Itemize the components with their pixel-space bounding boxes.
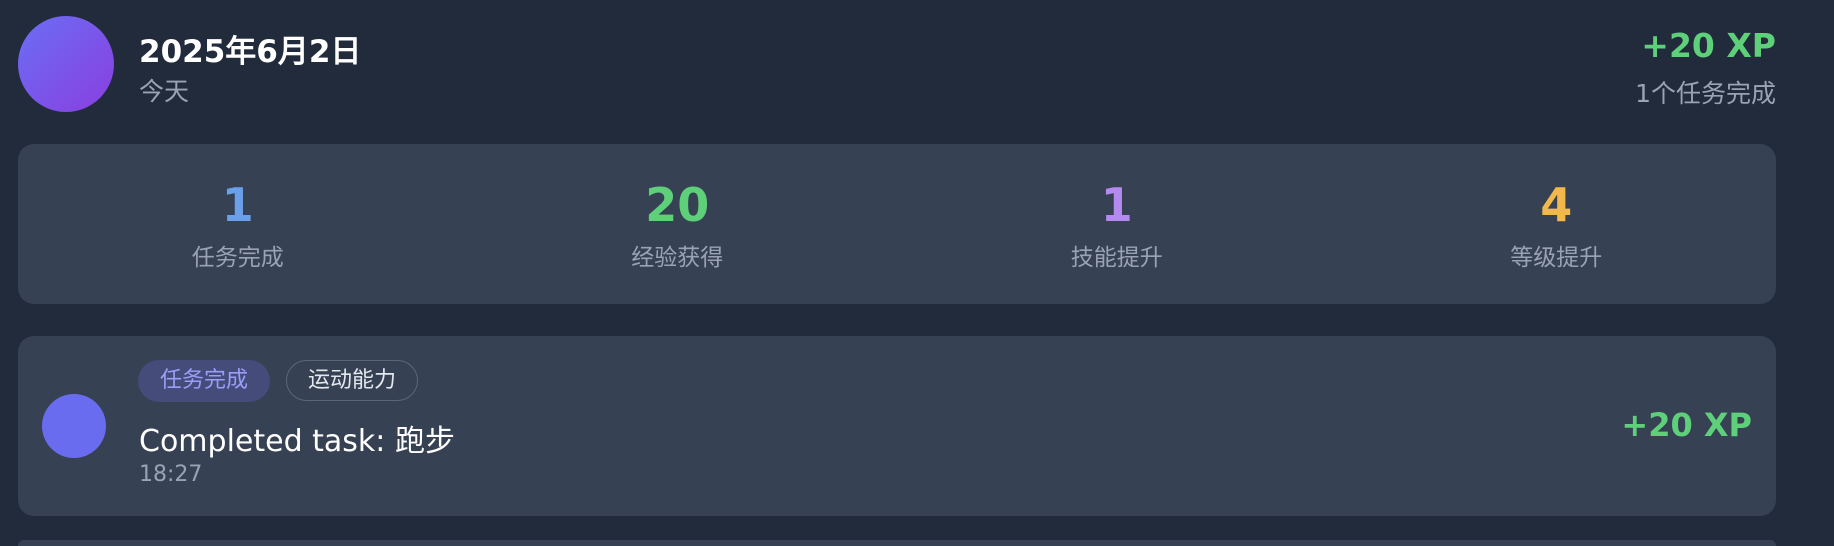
day-header: 2025年6月2日 今天 +20 XP 1个任务完成 (18, 16, 1776, 112)
day-task-summary: 1个任务完成 (1635, 79, 1776, 108)
activity-tags: 任务完成 运动能力 (138, 360, 419, 402)
day-xp-total: +20 XP (1641, 26, 1776, 65)
daily-summary-page: 2025年6月2日 今天 +20 XP 1个任务完成 1 任务完成 20 经验获… (0, 0, 1834, 546)
activity-time: 18:27 (139, 462, 203, 487)
next-activity-item[interactable] (18, 540, 1776, 546)
stat-value: 1 (221, 178, 254, 232)
activity-dot-icon (42, 394, 106, 458)
activity-xp: +20 XP (1621, 406, 1752, 444)
day-relative-label: 今天 (139, 77, 190, 106)
stat-value: 4 (1540, 178, 1573, 232)
day-date: 2025年6月2日 (139, 34, 362, 70)
tag-task-completed: 任务完成 (138, 360, 271, 402)
stat-level-ups: 4 等级提升 (1337, 144, 1777, 304)
tag-skill: 运动能力 (286, 360, 419, 401)
stats-card: 1 任务完成 20 经验获得 1 技能提升 4 等级提升 (18, 144, 1776, 304)
stat-tasks-completed: 1 任务完成 (18, 144, 458, 304)
stat-label: 技能提升 (1070, 245, 1163, 271)
stat-value: 1 (1100, 178, 1133, 232)
day-avatar-icon (18, 16, 114, 112)
stat-skills-improved: 1 技能提升 (897, 144, 1337, 304)
stat-label: 任务完成 (191, 245, 284, 271)
stat-label: 等级提升 (1510, 245, 1603, 271)
stat-xp-earned: 20 经验获得 (458, 144, 898, 304)
stat-value: 20 (645, 178, 710, 232)
activity-item[interactable]: 任务完成 运动能力 Completed task: 跑步 18:27 +20 X… (18, 336, 1776, 516)
stat-label: 经验获得 (631, 245, 724, 271)
activity-title: Completed task: 跑步 (139, 424, 455, 459)
